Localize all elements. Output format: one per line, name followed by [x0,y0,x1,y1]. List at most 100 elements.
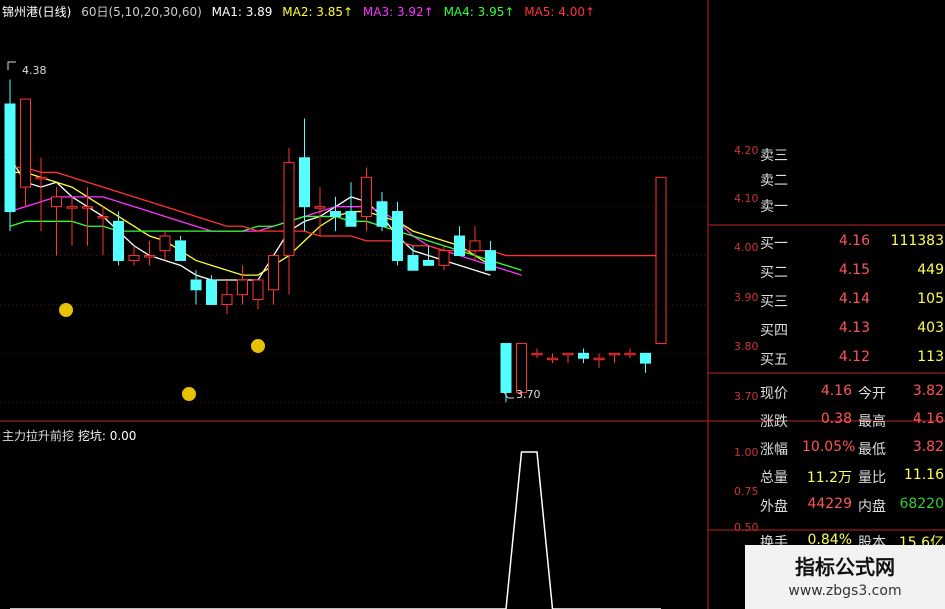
bid-price: 4.14 [838,291,870,307]
candle-body [252,279,264,301]
ask-label: 卖二 [760,173,788,189]
axis-label: 4.20 [734,144,759,157]
bid-vol: 449 [917,262,944,278]
bid-vol: 105 [917,291,944,307]
stat-label: 现价 [760,386,788,402]
stat-value: 4.16 [820,383,852,399]
candle-body [578,352,589,359]
candle-body [469,240,481,252]
candle-body [190,279,202,291]
stat-value: 11.2万 [806,470,852,486]
watermark-title: 指标公式网 [795,555,895,579]
sub-axis-label: 0.50 [734,521,759,534]
candle-body [221,294,233,305]
candle-body [283,162,295,257]
candle-body [51,196,62,208]
candle-body [500,343,512,393]
candle-body [66,206,78,209]
stat-label: 涨跌 [760,414,788,430]
candle-body [516,343,527,393]
candle-body [407,255,419,271]
candle-body [531,352,543,356]
sub-axis-label: 1.00 [734,446,759,459]
bid-label: 买三 [760,294,788,310]
stat-label: 涨幅 [760,442,788,458]
candle-body [35,176,47,180]
candle-body [97,215,109,219]
watermark-badge: 指标公式网 www.zbgs3.com [745,545,945,609]
candle-body [361,176,372,217]
candle-body [113,220,124,261]
stat-value: 10.05% [802,439,856,455]
axis-label: 3.70 [734,390,759,403]
money-bag-icon [251,339,265,353]
bid-price: 4.12 [838,349,870,365]
candle-body [144,255,155,258]
bid-label: 买一 [760,236,788,252]
candle-body [640,352,651,364]
ma5-label: MA5: 4.00↑ [524,5,596,19]
ask-label: 卖三 [760,148,788,164]
bid-label: 买五 [760,352,788,368]
high-price-label: 4.38 [22,64,47,77]
low-price-label: 3.70 [516,388,541,401]
ma4-label: MA4: 3.95↑ [443,5,515,19]
bid-price: 4.13 [838,320,870,336]
candle-body [562,352,574,356]
candle-body [655,176,667,345]
kline-chart[interactable] [0,0,945,609]
stat-value: 11.16 [903,467,944,483]
money-bag-icon [182,387,196,401]
axis-label: 4.10 [734,192,759,205]
indicator-series [10,451,661,609]
money-bag-icon [59,303,73,317]
candle-body [438,250,450,266]
sub-panel-title: 主力拉升前挖 [2,429,75,443]
candle-body [392,211,403,261]
candle-body [330,211,341,217]
candle-body [345,211,357,227]
candle-body [593,357,605,361]
candle-body [237,279,248,296]
candle-body [547,357,558,361]
axis-label: 4.00 [734,241,759,254]
axis-label: 3.90 [734,291,759,304]
candle-body [314,206,326,209]
candle-body [376,201,388,227]
ask-label: 卖一 [760,199,788,215]
stat-value: 3.82 [912,439,944,455]
watermark-url: www.zbgs3.com [788,583,902,599]
stat-label: 外盘 [760,499,788,515]
candle-body [423,259,434,266]
stat-value: 44229 [807,496,852,512]
candle-body [175,240,186,261]
stat-label: 总量 [760,470,788,486]
sub-panel-header: 主力拉升前挖 挖坑: 0.00 [2,427,136,444]
sub-panel-value: 挖坑: 0.00 [77,429,137,443]
candle-body [4,103,16,213]
ma1-label: MA1: 3.89 [211,5,273,19]
stat-value: 0.38 [820,411,852,427]
candle-body [159,235,171,252]
indicator-line [10,451,661,609]
ma3-label: MA3: 3.92↑ [362,5,434,19]
sub-axis-label: 0.75 [734,485,759,498]
bid-price: 4.15 [838,262,870,278]
bid-vol: 111383 [890,233,944,249]
stat-value: 4.16 [912,411,944,427]
bid-label: 买四 [760,323,788,339]
ma2-label: MA2: 3.85↑ [282,5,354,19]
candle-body [454,235,465,257]
candle-body [206,279,217,305]
stock-title: 锦州港(日线) [2,5,72,19]
candle-body [82,206,93,209]
stat-value: 3.82 [912,383,944,399]
candle-body [268,255,279,291]
candle-body [485,250,496,271]
bid-vol: 113 [917,349,944,365]
axis-label: 3.80 [734,340,759,353]
candle-body [128,255,140,261]
period-params: 60日(5,10,20,30,60) [81,5,202,19]
bid-vol: 403 [917,320,944,336]
high-marker-icon [7,61,16,70]
